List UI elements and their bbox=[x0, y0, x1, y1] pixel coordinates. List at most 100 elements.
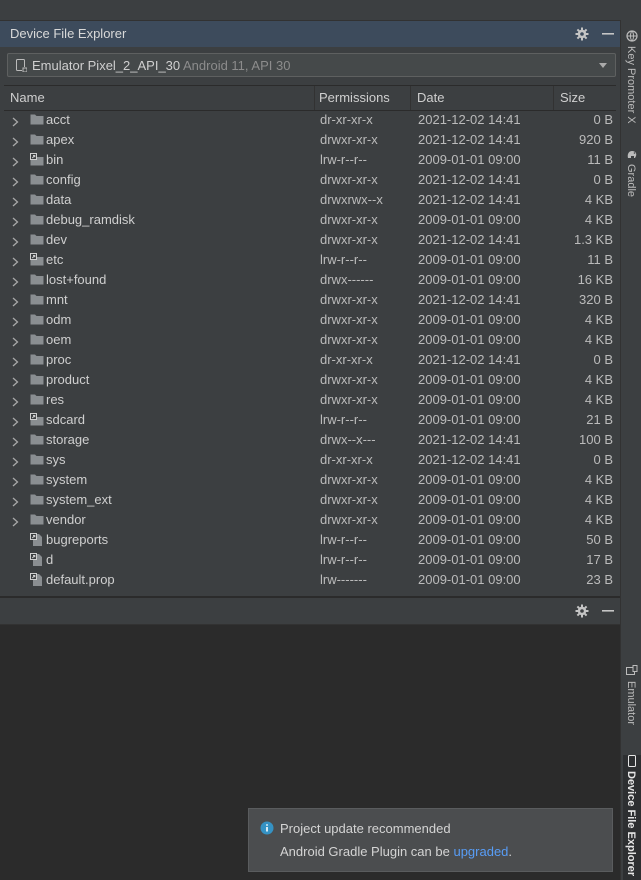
tab-emulator[interactable]: Emulator bbox=[623, 665, 641, 735]
chevron-right-icon[interactable] bbox=[12, 235, 19, 250]
chevron-right-icon[interactable] bbox=[12, 395, 19, 410]
folder-link-icon bbox=[30, 413, 44, 429]
minimize-icon[interactable] bbox=[598, 24, 618, 44]
file-name: odm bbox=[46, 312, 72, 327]
chevron-right-icon[interactable] bbox=[12, 295, 19, 310]
table-row[interactable]: storage drwx--x--- 2021-12-02 14:41 100 B bbox=[4, 430, 616, 450]
file-date: 2009-01-01 09:00 bbox=[418, 252, 521, 267]
chevron-right-icon[interactable] bbox=[12, 355, 19, 370]
table-row[interactable]: system drwxr-xr-x 2009-01-01 09:00 4 KB bbox=[4, 470, 616, 490]
file-date: 2009-01-01 09:00 bbox=[418, 312, 521, 327]
phone-icon bbox=[626, 755, 638, 770]
file-size: 50 B bbox=[586, 532, 613, 547]
tab-key-promoter-x[interactable]: Key Promoter X bbox=[623, 30, 641, 142]
folder-icon bbox=[30, 213, 44, 228]
chevron-right-icon[interactable] bbox=[12, 155, 19, 170]
tab-label: Emulator bbox=[625, 681, 637, 726]
table-row[interactable]: system_ext drwxr-xr-x 2009-01-01 09:00 4 KB bbox=[4, 490, 616, 510]
chevron-right-icon[interactable] bbox=[12, 115, 19, 130]
column-header-permissions[interactable]: Permissions bbox=[319, 90, 390, 105]
file-date: 2009-01-01 09:00 bbox=[418, 572, 521, 587]
chevron-right-icon[interactable] bbox=[12, 255, 19, 270]
table-row[interactable]: dev drwxr-xr-x 2021-12-02 14:41 1.3 KB bbox=[4, 230, 616, 250]
table-row[interactable]: sys dr-xr-xr-x 2021-12-02 14:41 0 B bbox=[4, 450, 616, 470]
table-row[interactable]: default.prop lrw------- 2009-01-01 09:00 23… bbox=[4, 570, 616, 590]
file-size: 23 B bbox=[586, 572, 613, 587]
tab-gradle[interactable]: Gradle bbox=[623, 148, 641, 203]
chevron-right-icon[interactable] bbox=[12, 195, 19, 210]
file-permissions: drwxr-xr-x bbox=[320, 172, 378, 187]
chevron-right-icon[interactable] bbox=[12, 515, 19, 530]
table-row[interactable]: oem drwxr-xr-x 2009-01-01 09:00 4 KB bbox=[4, 330, 616, 350]
folder-link-icon bbox=[30, 253, 44, 269]
gradle-elephant-icon bbox=[626, 148, 638, 163]
chevron-right-icon[interactable] bbox=[12, 495, 19, 510]
column-divider[interactable] bbox=[410, 86, 411, 110]
chevron-right-icon[interactable] bbox=[12, 135, 19, 150]
file-link-icon bbox=[30, 553, 44, 570]
table-row[interactable]: lost+found drwx------ 2009-01-01 09:00 16 K… bbox=[4, 270, 616, 290]
file-permissions: drwxr-xr-x bbox=[320, 332, 378, 347]
column-header-name[interactable]: Name bbox=[10, 90, 45, 105]
table-row[interactable]: bugreports lrw-r--r-- 2009-01-01 09:00 50 B bbox=[4, 530, 616, 550]
table-row[interactable]: apex drwxr-xr-x 2021-12-02 14:41 920 B bbox=[4, 130, 616, 150]
file-date: 2009-01-01 09:00 bbox=[418, 552, 521, 567]
table-row[interactable]: d lrw-r--r-- 2009-01-01 09:00 17 B bbox=[4, 550, 616, 570]
folder-link-icon bbox=[30, 153, 44, 169]
chevron-right-icon[interactable] bbox=[12, 435, 19, 450]
notification-balloon[interactable]: Project update recommended Android Gradl… bbox=[248, 808, 613, 872]
file-permissions: drwxr-xr-x bbox=[320, 372, 378, 387]
file-size: 17 B bbox=[586, 552, 613, 567]
table-row[interactable]: debug_ramdisk drwxr-xr-x 2009-01-01 09:00 4… bbox=[4, 210, 616, 230]
chevron-right-icon[interactable] bbox=[12, 335, 19, 350]
file-permissions: drwx--x--- bbox=[320, 432, 376, 447]
table-row[interactable]: etc lrw-r--r-- 2009-01-01 09:00 11 B bbox=[4, 250, 616, 270]
device-name: Emulator Pixel_2_API_30 bbox=[32, 58, 181, 73]
table-row[interactable]: vendor drwxr-xr-x 2009-01-01 09:00 4 KB bbox=[4, 510, 616, 530]
minimize-icon[interactable] bbox=[598, 601, 618, 621]
file-permissions: drwxr-xr-x bbox=[320, 212, 378, 227]
chevron-right-icon[interactable] bbox=[12, 175, 19, 190]
table-row[interactable]: proc dr-xr-xr-x 2021-12-02 14:41 0 B bbox=[4, 350, 616, 370]
chevron-right-icon[interactable] bbox=[12, 455, 19, 470]
file-date: 2009-01-01 09:00 bbox=[418, 392, 521, 407]
column-divider[interactable] bbox=[553, 86, 554, 110]
notification-text: Android Gradle Plugin can be bbox=[280, 844, 450, 859]
folder-icon bbox=[30, 473, 44, 488]
file-date: 2009-01-01 09:00 bbox=[418, 332, 521, 347]
table-row[interactable]: res drwxr-xr-x 2009-01-01 09:00 4 KB bbox=[4, 390, 616, 410]
tab-device-file-explorer[interactable]: Device File Explorer bbox=[623, 755, 641, 880]
phone-icon bbox=[16, 59, 28, 75]
chevron-right-icon[interactable] bbox=[12, 275, 19, 290]
settings-gear-icon[interactable] bbox=[572, 601, 592, 621]
column-header-date[interactable]: Date bbox=[417, 90, 444, 105]
file-permissions: drwxr-xr-x bbox=[320, 232, 378, 247]
file-size: 4 KB bbox=[584, 472, 613, 487]
table-row[interactable]: data drwxrwx--x 2021-12-02 14:41 4 KB bbox=[4, 190, 616, 210]
chevron-right-icon[interactable] bbox=[12, 315, 19, 330]
file-permissions: drwxr-xr-x bbox=[320, 492, 378, 507]
settings-gear-icon[interactable] bbox=[572, 24, 592, 44]
folder-icon bbox=[30, 453, 44, 468]
file-date: 2021-12-02 14:41 bbox=[418, 452, 521, 467]
chevron-right-icon[interactable] bbox=[12, 415, 19, 430]
chevron-right-icon[interactable] bbox=[12, 215, 19, 230]
file-size: 4 KB bbox=[584, 212, 613, 227]
file-permissions: lrw-r--r-- bbox=[320, 152, 367, 167]
chevron-right-icon[interactable] bbox=[12, 475, 19, 490]
column-divider[interactable] bbox=[314, 86, 315, 110]
upgrade-link[interactable]: upgraded bbox=[453, 844, 508, 859]
column-header-size[interactable]: Size bbox=[560, 90, 585, 105]
file-size: 920 B bbox=[579, 132, 613, 147]
table-row[interactable]: mnt drwxr-xr-x 2021-12-02 14:41 320 B bbox=[4, 290, 616, 310]
folder-icon bbox=[30, 513, 44, 528]
file-name: mnt bbox=[46, 292, 68, 307]
chevron-right-icon[interactable] bbox=[12, 375, 19, 390]
table-row[interactable]: acct dr-xr-xr-x 2021-12-02 14:41 0 B bbox=[4, 110, 616, 130]
table-row[interactable]: odm drwxr-xr-x 2009-01-01 09:00 4 KB bbox=[4, 310, 616, 330]
device-dropdown[interactable]: Emulator Pixel_2_API_30 Android 11, API … bbox=[7, 53, 616, 77]
table-row[interactable]: config drwxr-xr-x 2021-12-02 14:41 0 B bbox=[4, 170, 616, 190]
table-row[interactable]: product drwxr-xr-x 2009-01-01 09:00 4 KB bbox=[4, 370, 616, 390]
table-row[interactable]: sdcard lrw-r--r-- 2009-01-01 09:00 21 B bbox=[4, 410, 616, 430]
table-row[interactable]: bin lrw-r--r-- 2009-01-01 09:00 11 B bbox=[4, 150, 616, 170]
